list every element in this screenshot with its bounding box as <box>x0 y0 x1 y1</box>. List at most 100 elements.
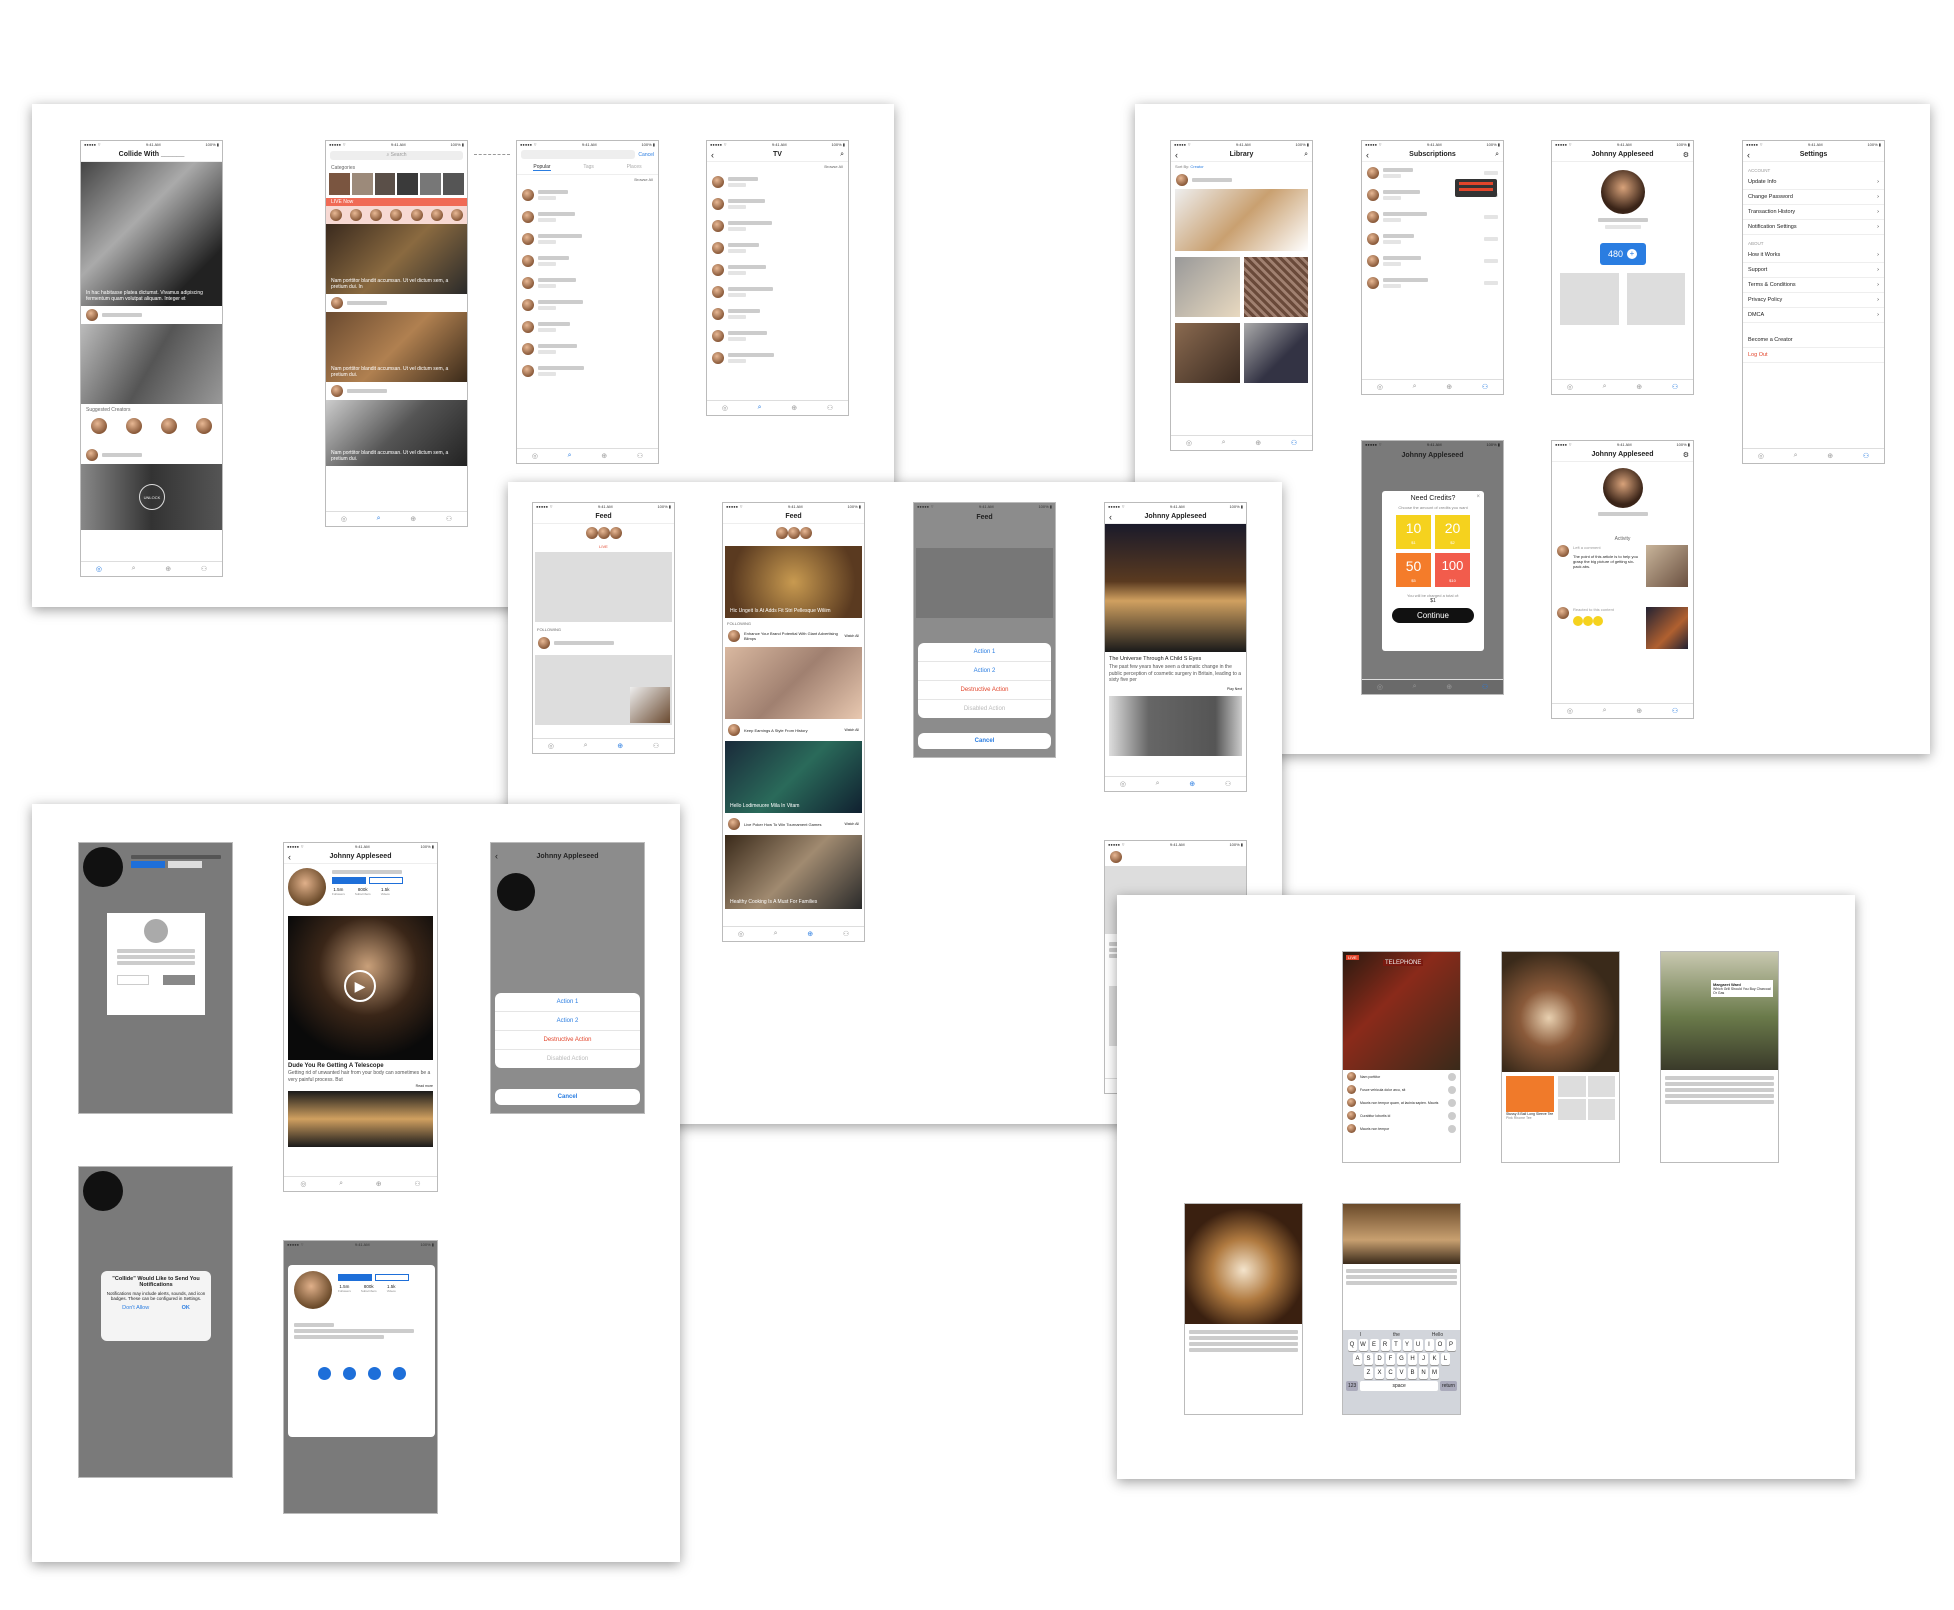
credits-tab-icon[interactable]: ⊕ <box>601 452 607 460</box>
key-j[interactable]: J <box>1419 1353 1428 1365</box>
profile-card[interactable] <box>1626 273 1685 325</box>
profile-tab-icon[interactable]: ⚇ <box>827 404 833 412</box>
list-item[interactable] <box>707 347 848 369</box>
search-icon[interactable]: ⌕ <box>1304 151 1308 159</box>
live-video[interactable] <box>1502 952 1619 1072</box>
search-tab-icon[interactable]: ⌕ <box>1413 683 1417 691</box>
credits-tab-icon[interactable]: ⊕ <box>1255 439 1261 447</box>
search-tab-icon[interactable]: ⌕ <box>132 565 136 573</box>
cancel-button[interactable]: Cancel <box>495 1089 640 1105</box>
list-item[interactable] <box>1362 206 1503 228</box>
list-item[interactable] <box>707 237 848 259</box>
video-player[interactable]: ▶ <box>288 916 433 1060</box>
key-c[interactable]: C <box>1386 1367 1395 1379</box>
library-thumb[interactable] <box>1175 257 1240 317</box>
destructive-action-button[interactable]: Destructive Action <box>495 1031 640 1050</box>
return-key[interactable]: return <box>1439 1381 1457 1391</box>
creator-row[interactable] <box>326 294 467 312</box>
subscription-menu[interactable] <box>1455 179 1497 197</box>
search-tab-icon[interactable]: ⌕ <box>568 452 572 460</box>
list-item[interactable] <box>707 193 848 215</box>
browse-all-link[interactable]: Browse All <box>517 175 658 184</box>
credits-tab-icon[interactable]: ⊕ <box>410 515 416 523</box>
settings-item[interactable]: Support › <box>1743 263 1884 278</box>
key-y[interactable]: Y <box>1402 1339 1412 1351</box>
live-video[interactable]: LIVE TELEPHONE <box>1343 952 1460 1070</box>
credits-tab-icon[interactable]: ⊕ <box>1636 707 1642 715</box>
next-video-thumb[interactable] <box>288 1091 433 1147</box>
list-item[interactable] <box>707 303 848 325</box>
creator-avatar[interactable] <box>90 418 107 434</box>
credits-tab-icon[interactable]: ⊕ <box>1189 780 1195 788</box>
follow-button[interactable] <box>375 1274 409 1281</box>
search-input[interactable]: ⌕ Search <box>330 151 463 160</box>
live-avatar[interactable] <box>370 209 383 221</box>
creator-row[interactable] <box>81 306 222 324</box>
live-avatar[interactable] <box>799 527 812 539</box>
key-z[interactable]: Z <box>1364 1367 1373 1379</box>
category-tile[interactable] <box>374 173 396 195</box>
profile-tab-icon[interactable]: ⚇ <box>843 930 849 938</box>
search-tab-icon[interactable]: ⌕ <box>1603 707 1607 715</box>
key-o[interactable]: O <box>1435 1339 1445 1351</box>
credits-tab-icon[interactable]: ⊕ <box>165 565 171 573</box>
home-tab-icon[interactable]: ◎ <box>1758 452 1764 460</box>
creator-row[interactable] <box>81 446 222 464</box>
key-l[interactable]: L <box>1441 1353 1450 1365</box>
category-tile[interactable] <box>329 173 350 195</box>
key-x[interactable]: X <box>1375 1367 1384 1379</box>
settings-item[interactable]: Privacy Policy › <box>1743 293 1884 308</box>
creator-avatar[interactable] <box>161 418 178 434</box>
comment-item[interactable]: Mauris non tempor quam, at lacinia sapie… <box>1343 1096 1460 1109</box>
list-item[interactable] <box>707 325 848 347</box>
credit-option-10[interactable]: 10 $1 <box>1396 515 1431 549</box>
ok-button[interactable]: OK <box>182 1305 190 1311</box>
live-avatar[interactable] <box>585 527 598 539</box>
live-video[interactable]: Margaret Ward Which Grill Should You Buy… <box>1661 952 1778 1070</box>
credits-tab-icon[interactable]: ⊕ <box>807 930 813 938</box>
key-h[interactable]: H <box>1408 1353 1417 1365</box>
search-tab-icon[interactable]: ⌕ <box>339 1180 343 1188</box>
settings-item[interactable]: Update Info › <box>1743 175 1884 190</box>
back-icon[interactable]: ‹ <box>1747 150 1750 160</box>
live-video[interactable] <box>1343 1204 1460 1264</box>
follow-button[interactable] <box>369 877 403 884</box>
search-tab-icon[interactable]: ⌕ <box>774 930 778 938</box>
home-tab-icon[interactable]: ◎ <box>722 404 728 412</box>
category-tile[interactable] <box>397 173 419 195</box>
home-tab-icon[interactable]: ◎ <box>341 515 347 523</box>
post-image[interactable]: Hic Ungeit Is At Adds Fit Stri Pellesque… <box>725 546 862 618</box>
tab-places[interactable]: Places <box>627 164 642 171</box>
home-tab-icon[interactable]: ◎ <box>300 1180 306 1188</box>
like-icon[interactable] <box>1448 1124 1456 1133</box>
comment-item[interactable]: Nam porttitor <box>1343 1070 1460 1083</box>
key-m[interactable]: M <box>1430 1367 1439 1379</box>
hero-image[interactable]: In hac habitasse platea dictumst. Vivamu… <box>81 162 222 306</box>
key-e[interactable]: E <box>1369 1339 1379 1351</box>
post-placeholder[interactable] <box>535 552 672 622</box>
key-t[interactable]: T <box>1391 1339 1401 1351</box>
post-image[interactable]: Hello Lodimeuore Mila In Vitam <box>725 741 862 813</box>
key-s[interactable]: S <box>1364 1353 1373 1365</box>
list-item[interactable] <box>1362 272 1503 294</box>
credits-tab-icon[interactable]: ⊕ <box>1446 683 1452 691</box>
key-d[interactable]: D <box>1375 1353 1384 1365</box>
gear-icon[interactable]: ⚙ <box>1683 151 1689 159</box>
creator-row[interactable] <box>326 382 467 400</box>
list-item[interactable] <box>707 259 848 281</box>
home-tab-icon[interactable]: ◎ <box>532 452 538 460</box>
like-icon[interactable] <box>1448 1098 1456 1107</box>
like-icon[interactable] <box>1448 1111 1456 1120</box>
back-icon[interactable]: ‹ <box>711 150 714 160</box>
profile-tab-icon[interactable]: ⚇ <box>1482 683 1488 691</box>
creator-avatar[interactable] <box>196 418 213 434</box>
action-1-button[interactable]: Action 1 <box>495 993 640 1012</box>
home-tab-icon[interactable]: ◎ <box>96 565 102 573</box>
post-placeholder[interactable] <box>535 655 672 725</box>
key-r[interactable]: R <box>1380 1339 1390 1351</box>
home-tab-icon[interactable]: ◎ <box>1567 383 1573 391</box>
key-w[interactable]: W <box>1358 1339 1368 1351</box>
category-tile[interactable] <box>443 173 464 195</box>
search-tab-icon[interactable]: ⌕ <box>1156 780 1160 788</box>
credit-option-50[interactable]: 50 $5 <box>1396 553 1431 587</box>
